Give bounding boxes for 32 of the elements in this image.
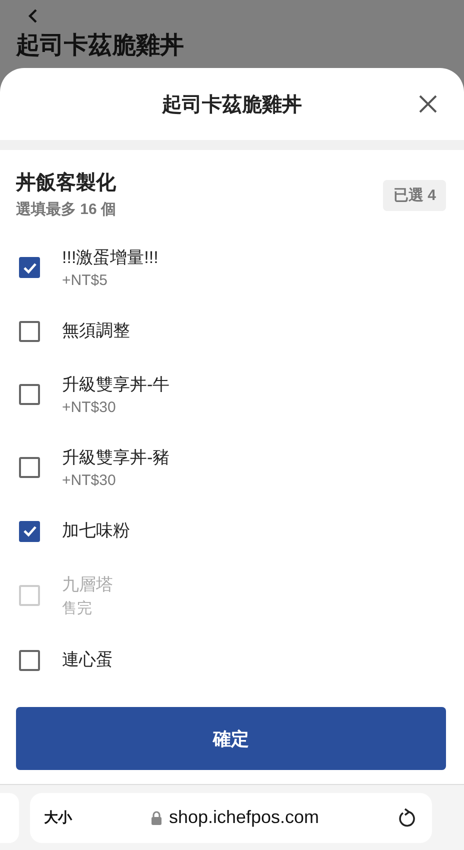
url-text: shop.ichefpos.com [168, 807, 320, 828]
checkbox[interactable] [19, 457, 40, 478]
page-title: 起司卡茲脆雞丼 [16, 31, 184, 61]
option-name: !!!激蛋增量!!! [62, 247, 158, 269]
confirm-button[interactable]: 確定 [16, 707, 446, 770]
text-size-button[interactable]: 大小 [44, 808, 72, 826]
section-title: 丼飯客製化 [16, 170, 116, 196]
address-bar[interactable]: 大小 shop.ichefpos.com [30, 792, 432, 842]
option-name: 九層塔 [62, 574, 113, 596]
check-icon [22, 262, 36, 274]
option-name: 升級雙享丼-牛 [62, 374, 170, 396]
checkbox[interactable] [19, 384, 40, 405]
checkbox[interactable] [19, 650, 40, 670]
section-subtitle: 選填最多 16 個 [16, 200, 116, 219]
option-price: 售完 [62, 599, 93, 618]
lock-icon [150, 810, 162, 824]
selected-count-badge: 已選 4 [383, 180, 446, 211]
option-name: 無須調整 [62, 320, 130, 342]
option-name: 升級雙享丼-豬 [62, 447, 170, 469]
checkbox[interactable] [19, 320, 40, 342]
close-icon[interactable] [419, 95, 437, 113]
option-name: 連心蛋 [62, 649, 113, 671]
back-icon[interactable] [28, 9, 38, 23]
check-icon [22, 525, 36, 537]
option-name: 加七味粉 [62, 520, 130, 542]
checkbox[interactable] [19, 520, 40, 542]
sheet-title: 起司卡茲脆雞丼 [162, 92, 302, 118]
option-price: +NT$5 [62, 272, 108, 289]
option-price: +NT$30 [62, 472, 117, 489]
option-price: +NT$30 [62, 399, 117, 416]
reload-icon[interactable] [398, 808, 416, 828]
checkbox[interactable] [19, 257, 40, 278]
